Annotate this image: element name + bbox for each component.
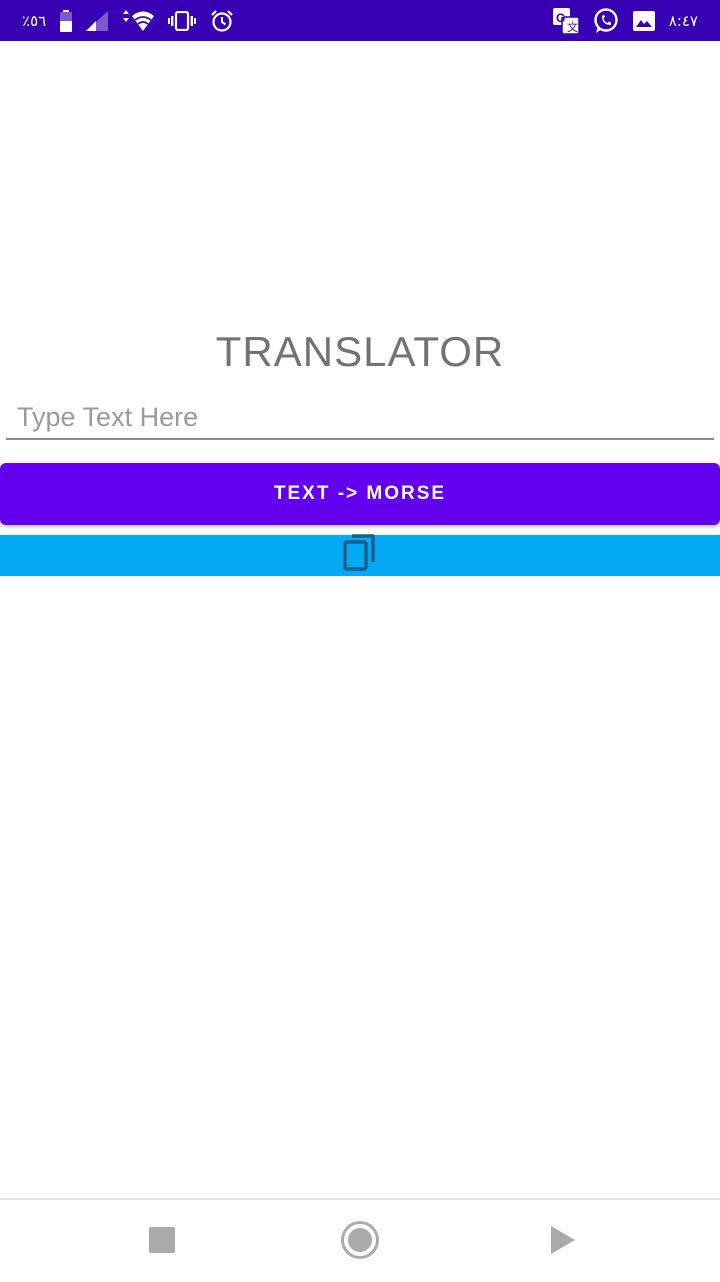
circle-icon [340,1220,380,1265]
battery-percent: ٪٥٦ [22,11,47,30]
status-bar-right: G 文 ٨:٤٧ [552,7,698,34]
text-input-container [6,396,714,440]
square-icon [149,1226,175,1258]
vibrate-icon [168,10,197,31]
signal-icon [86,10,109,31]
copy-icon [342,533,378,578]
clock: ٨:٤٧ [668,11,698,30]
recents-button[interactable] [140,1220,184,1264]
svg-text:文: 文 [567,20,578,34]
svg-text:G: G [556,11,565,25]
copy-button[interactable] [342,533,378,578]
navigation-bar [0,1198,720,1282]
page-title: TRANSLATOR [215,328,505,375]
home-button[interactable] [338,1220,382,1264]
status-bar-left: ٪٥٦ [22,9,234,33]
morse-output-bar [0,533,720,578]
back-button[interactable] [540,1220,584,1264]
text-to-morse-button-label: TEXT -> MORSE [273,483,447,504]
wifi-icon [122,9,155,32]
text-to-morse-button[interactable]: TEXT -> MORSE [0,463,720,525]
translate-icon: G 文 [552,7,579,34]
whatsapp-icon [593,7,619,34]
image-icon [632,10,655,31]
status-bar: ٪٥٦ G 文 ٨:٤٧ [0,0,720,41]
text-input[interactable] [6,396,714,438]
play-triangle-icon [549,1225,575,1259]
alarm-icon [210,9,234,33]
battery-icon [60,9,73,32]
